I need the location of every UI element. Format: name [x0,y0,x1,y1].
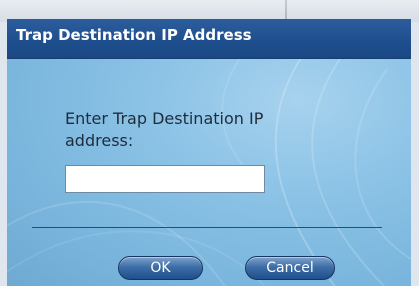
trap-destination-ip-input[interactable] [65,165,265,193]
dialog-title: Trap Destination IP Address [16,26,252,44]
trap-destination-dialog: Trap Destination IP Address Enter Trap D… [7,19,411,286]
ip-prompt-label: Enter Trap Destination IP address: [65,109,264,150]
dialog-titlebar[interactable]: Trap Destination IP Address [7,19,411,59]
cancel-button[interactable]: Cancel [245,256,335,280]
dialog-body: Enter Trap Destination IP address: OK Ca… [7,59,411,286]
separator-line [32,227,382,228]
ok-button[interactable]: OK [118,256,203,280]
